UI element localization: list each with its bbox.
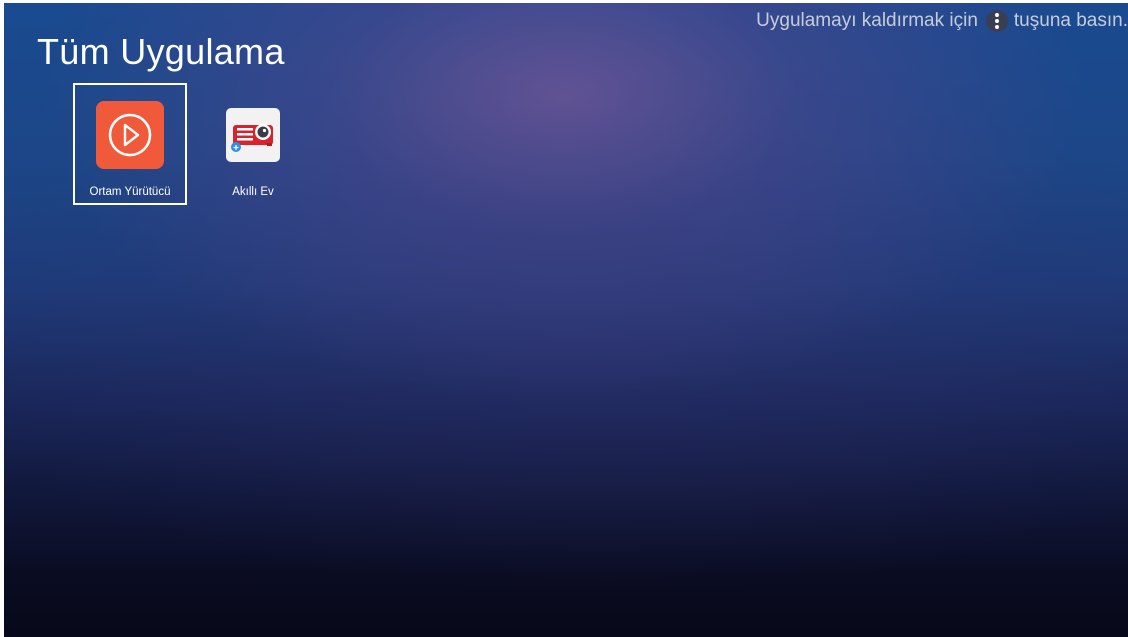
menu-dots-icon — [985, 10, 1008, 32]
uninstall-hint: Uygulamayı kaldırmak için tuşuna basın. — [756, 10, 1128, 32]
hint-text-after: tuşuna basın. — [1013, 10, 1128, 31]
page-title: Tüm Uygulama — [37, 31, 285, 72]
app-tile-smart-home[interactable]: Akıllı Ev — [196, 83, 310, 205]
smart-home-projector-icon — [226, 108, 280, 162]
hint-text-before: Uygulamayı kaldırmak için — [756, 10, 978, 31]
app-label: Ortam Yürütücü — [89, 186, 171, 198]
play-circle-icon — [96, 101, 164, 169]
launcher-screen: Tüm Uygulama Uygulamayı kaldırmak için t… — [4, 3, 1128, 637]
app-label: Akıllı Ev — [232, 186, 274, 198]
app-tile-media-player[interactable]: Ortam Yürütücü — [73, 83, 187, 205]
